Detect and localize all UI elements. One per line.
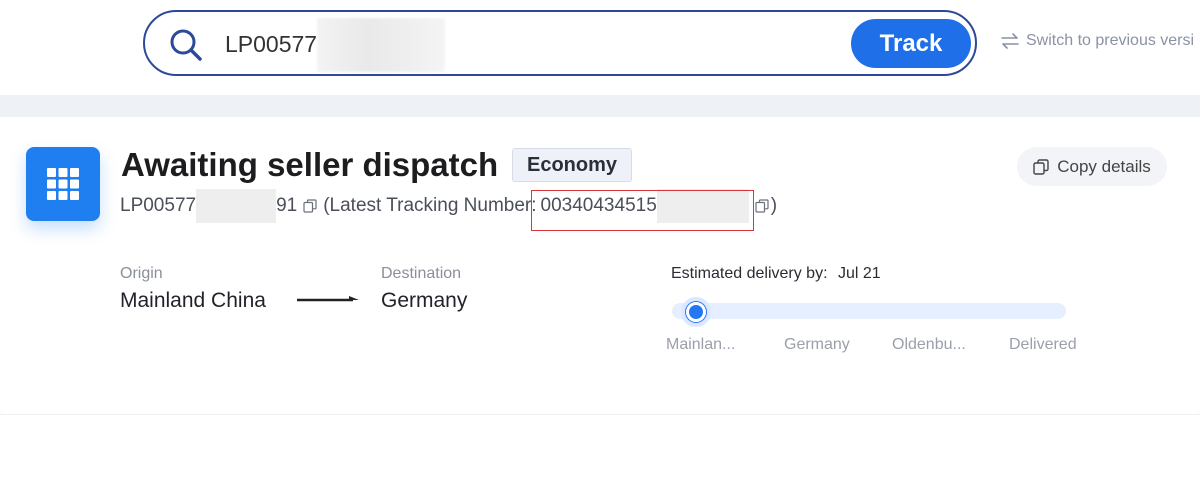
delivery-progress-track [672, 303, 1066, 319]
eta-label: Estimated delivery by: [671, 265, 828, 282]
switch-version-label: Switch to previous versi [1026, 32, 1195, 49]
copy-details-button[interactable]: Copy details [1017, 147, 1167, 186]
tracking-search-input[interactable] [225, 26, 825, 62]
copy-order-number-icon[interactable] [303, 199, 317, 213]
track-button[interactable]: Track [851, 19, 971, 68]
copy-tracking-number-icon[interactable] [755, 199, 769, 213]
origin-label: Origin [120, 265, 163, 282]
order-number-prefix: LP00577 [120, 195, 197, 216]
copy-icon [1033, 158, 1049, 175]
latest-tracking-close: ) [770, 195, 778, 216]
package-status-icon [26, 147, 100, 221]
section-gap [0, 95, 1200, 117]
service-badge: Economy [512, 148, 633, 182]
search-icon [170, 29, 202, 61]
progress-step-city: Oldenbu... [892, 336, 966, 353]
destination-value: Germany [381, 289, 468, 312]
arrow-right-icon [297, 296, 359, 302]
estimated-delivery: Estimated delivery by: Jul 21 [671, 265, 881, 283]
switch-version-link[interactable]: Switch to previous versi [1000, 32, 1194, 50]
latest-tracking-label: (Latest Tracking Number: [323, 195, 537, 216]
redacted-area [196, 189, 277, 223]
eta-value: Jul 21 [837, 265, 881, 282]
swap-icon [1001, 33, 1019, 49]
progress-step-country: Germany [784, 336, 850, 353]
top-bar: Track Switch to previous versi [0, 0, 1200, 95]
order-number-suffix: 91 [276, 195, 298, 216]
origin-value: Mainland China [120, 289, 266, 312]
copy-details-label: Copy details [1057, 156, 1151, 176]
destination-label: Destination [381, 265, 462, 282]
status-title: Awaiting seller dispatch [121, 146, 499, 183]
progress-step-delivered: Delivered [1009, 336, 1077, 353]
below-card-area [0, 414, 1200, 504]
search-box[interactable]: Track [143, 10, 977, 76]
highlight-annotation [531, 190, 754, 231]
grid-icon [47, 168, 79, 200]
current-progress-marker [681, 297, 711, 327]
redacted-area [317, 18, 445, 72]
progress-step-origin: Mainlan... [666, 336, 736, 353]
